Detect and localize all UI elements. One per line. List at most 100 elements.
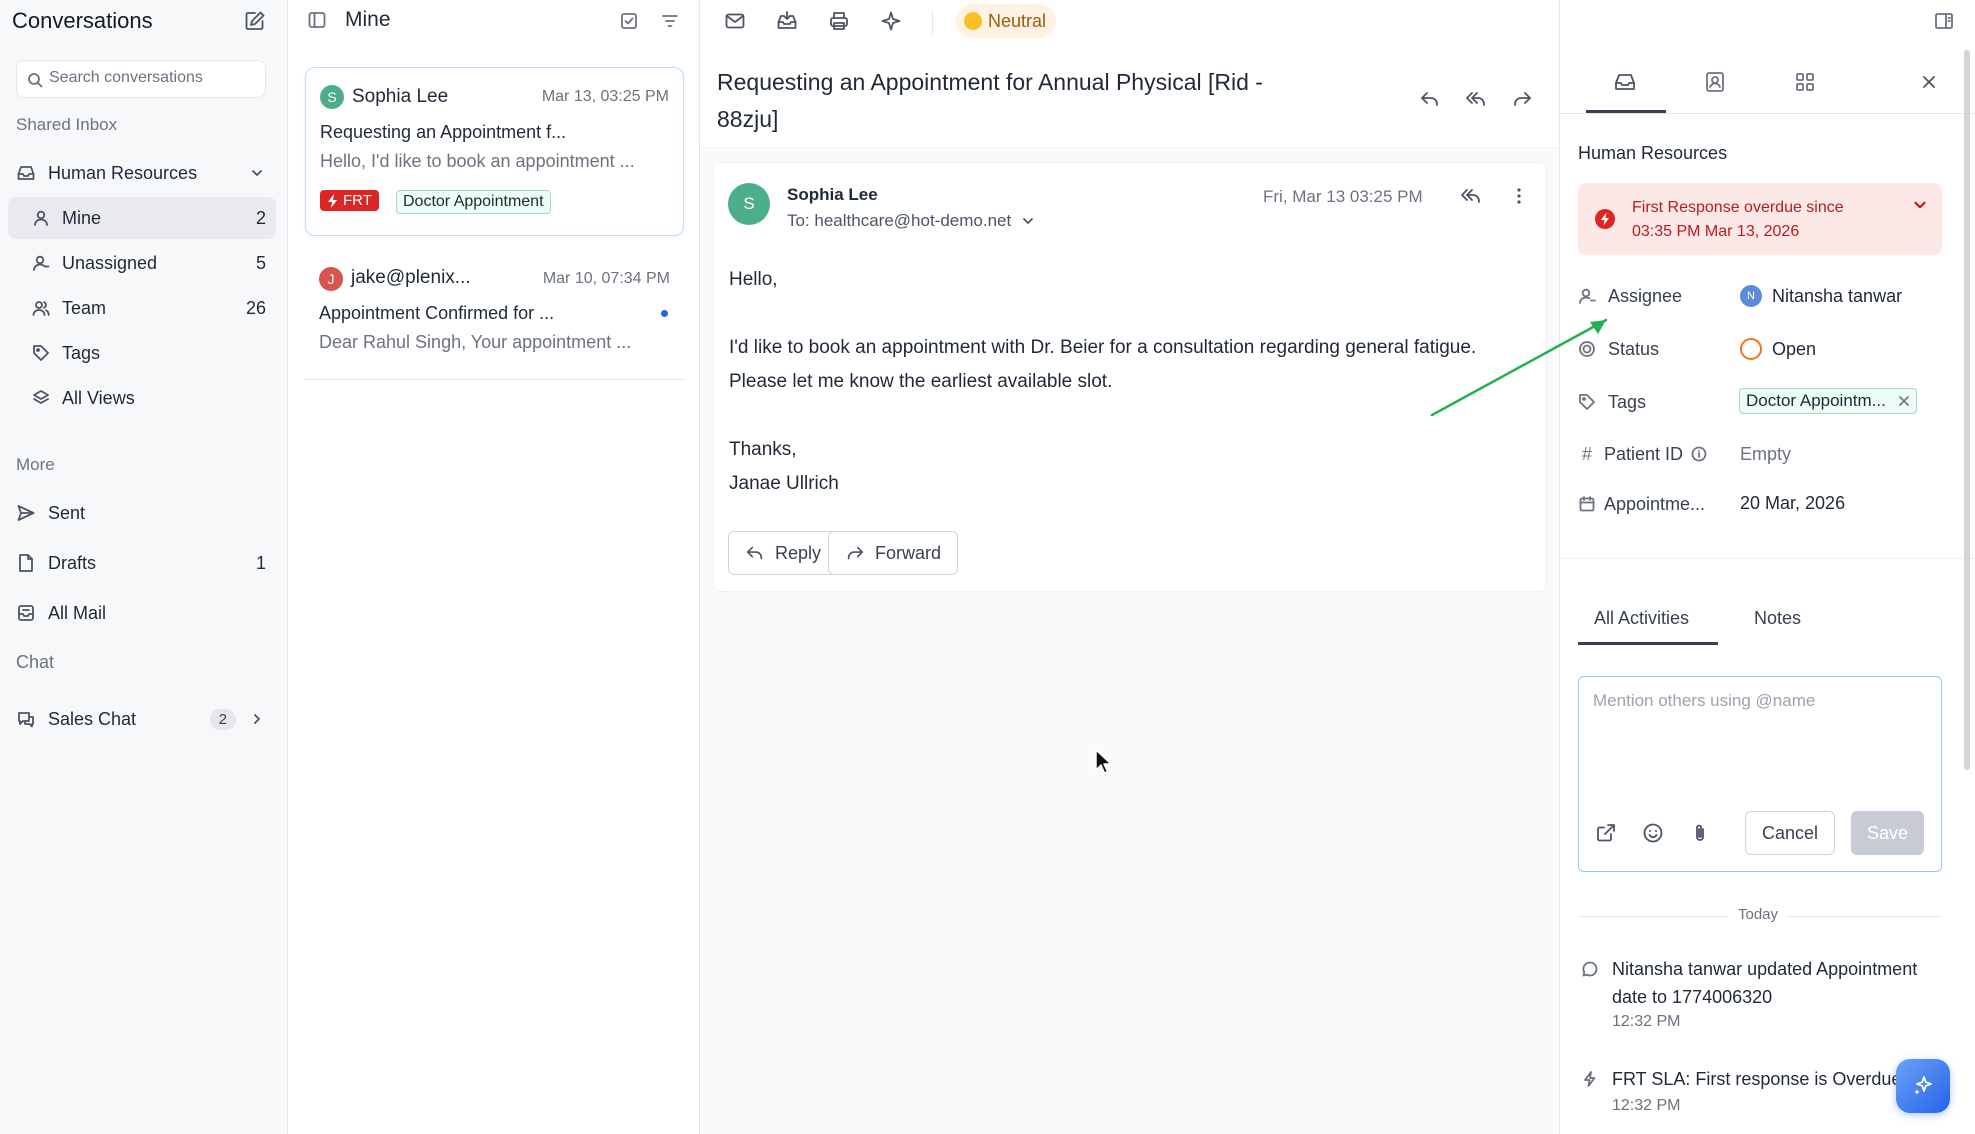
assignee-value[interactable]: N Nitansha tanwar (1740, 281, 1902, 311)
sidebar-item-label: Unassigned (62, 252, 158, 273)
body-line: Thanks, (729, 439, 797, 460)
forward-label: Forward (875, 542, 942, 563)
tag-chip: Doctor Appointment (396, 190, 551, 214)
cancel-button[interactable]: Cancel (1745, 811, 1836, 855)
patient-id-value[interactable]: Empty (1740, 439, 1791, 469)
conversation-sender: Sophia Lee (352, 86, 449, 107)
activity-tabs: All Activities Notes (1578, 600, 1942, 646)
reply-all-icon[interactable] (1465, 88, 1487, 110)
reply-label: Reply (775, 542, 822, 563)
sender-name: Sophia Lee (787, 185, 878, 204)
sidebar-item-sales-chat[interactable]: Sales Chat 2 (8, 698, 276, 740)
sidebar-item-count: 1 (255, 552, 266, 573)
frt-label: FRT (343, 192, 372, 209)
tab-contact-icon[interactable] (1703, 70, 1727, 94)
filter-icon[interactable] (660, 11, 680, 31)
reply-icon (746, 546, 763, 560)
status-text: Open (1772, 338, 1817, 359)
sidebar-item-all-views[interactable]: All Views (8, 377, 276, 419)
conversation-date: Mar 13, 03:25 PM (541, 88, 669, 105)
note-input[interactable] (1593, 691, 1923, 761)
sidebar-item-drafts[interactable]: Drafts 1 (8, 542, 276, 584)
reply-icon[interactable] (1419, 88, 1441, 110)
conversation-sender: jake@plenix... (351, 267, 471, 288)
ai-assistant-button[interactable] (1896, 1059, 1950, 1113)
hash-icon: # (1581, 443, 1592, 464)
attr-label: Appointme... (1604, 493, 1706, 514)
select-all-icon[interactable] (619, 11, 639, 31)
reply-button[interactable]: Reply (728, 531, 839, 575)
date-divider-label: Today (1728, 906, 1789, 923)
sidebar-item-label: Team (62, 297, 107, 318)
tab-inbox-icon[interactable] (1613, 70, 1637, 94)
more-label: More (16, 455, 55, 474)
tab-apps-icon[interactable] (1793, 70, 1817, 94)
forward-button[interactable]: Forward (828, 531, 959, 575)
tab-all-activities[interactable]: All Activities (1594, 608, 1689, 629)
move-to-inbox-icon[interactable] (776, 10, 798, 32)
appointment-value[interactable]: 20 Mar, 2026 (1740, 488, 1845, 518)
close-icon[interactable] (1920, 73, 1938, 91)
active-tab-indicator (1578, 642, 1718, 645)
sidebar-item-all-mail[interactable]: All Mail (8, 592, 276, 634)
avatar: S (320, 85, 344, 109)
tab-notes[interactable]: Notes (1754, 608, 1801, 629)
sidebar-item-label: All Mail (48, 602, 107, 623)
message-toolbar: Neutral (701, 0, 1901, 48)
forward-icon (847, 546, 864, 560)
assignee-name: Nitansha tanwar (1772, 285, 1903, 306)
body-line: Hello, (729, 269, 778, 290)
remove-tag-icon[interactable] (1898, 395, 1910, 407)
chevron-right-icon[interactable] (250, 712, 264, 726)
status-value[interactable]: Open (1740, 334, 1816, 364)
info-icon[interactable] (1691, 446, 1707, 462)
sidebar-item-label: Sent (48, 502, 86, 523)
more-vertical-icon[interactable] (1508, 185, 1530, 207)
sidebar: Conversations Shared Inbox Human Resourc… (0, 0, 288, 1134)
attachment-icon[interactable] (1689, 822, 1711, 844)
assignee-avatar: N (1740, 285, 1762, 307)
sidebar-item-team[interactable]: Team 26 (8, 287, 276, 329)
search-input[interactable] (49, 69, 254, 87)
open-external-icon[interactable] (1595, 822, 1617, 844)
recipient-row[interactable]: To: healthcare@hot-demo.net (787, 211, 1035, 231)
sidebar-item-unassigned[interactable]: Unassigned 5 (8, 242, 276, 284)
conversation-card[interactable]: J jake@plenix... Mar 10, 07:34 PM Appoin… (305, 250, 684, 380)
sidebar-item-label: Mine (62, 207, 102, 228)
inbox-name: Human Resources (48, 162, 198, 183)
sla-overdue-text: First Response overdue since 03:35 PM Ma… (1632, 196, 1844, 244)
save-button[interactable]: Save (1851, 811, 1925, 855)
activity-text: Nitansha tanwar updated Appointment date… (1612, 959, 1918, 1007)
conversation-subject: Requesting an Appointment f... (320, 122, 567, 142)
sidebar-item-mine[interactable]: Mine 2 (8, 197, 276, 239)
reply-all-icon[interactable] (1460, 185, 1482, 207)
activity-item: FRT SLA: First response is Overdue 12:32… (1578, 1065, 1942, 1125)
print-icon[interactable] (828, 10, 850, 32)
panel-scrollbar[interactable] (1964, 50, 1970, 770)
body-line: Janae Ullrich (729, 473, 839, 494)
toolbar-divider (932, 10, 933, 36)
sla-overdue-alert[interactable]: First Response overdue since 03:35 PM Ma… (1578, 183, 1942, 255)
conversation-list: Mine S Sophia Lee Mar 13, 03:25 PM Reque… (289, 0, 700, 1134)
compose-icon[interactable] (244, 10, 266, 32)
sidebar-toggle-icon[interactable] (307, 10, 327, 30)
sidebar-item-count: 26 (245, 297, 266, 318)
tags-value[interactable]: Doctor Appointm... (1739, 386, 1917, 416)
emoji-icon[interactable] (1642, 822, 1664, 844)
conversation-preview: Hello, I'd like to book an appointment .… (320, 151, 635, 171)
conversation-card[interactable]: S Sophia Lee Mar 13, 03:25 PM Requesting… (305, 67, 684, 236)
sidebar-item-sent[interactable]: Sent (8, 492, 276, 534)
chevron-down-icon[interactable] (250, 166, 264, 180)
inbox-human-resources[interactable]: Human Resources (8, 152, 276, 194)
list-title: Mine (345, 8, 391, 31)
forward-icon[interactable] (1511, 88, 1533, 110)
calendar-icon (1579, 496, 1595, 512)
sidebar-item-count: 2 (255, 207, 266, 228)
mail-icon[interactable] (724, 10, 746, 32)
panel-layout-icon[interactable] (1933, 10, 1955, 32)
list-header: Mine (307, 8, 391, 32)
chevron-down-icon[interactable] (1912, 197, 1928, 213)
sidebar-item-tags[interactable]: Tags (8, 332, 276, 374)
ai-sparkle-icon[interactable] (880, 10, 902, 32)
message-date: Fri, Mar 13 03:25 PM (1263, 187, 1423, 206)
